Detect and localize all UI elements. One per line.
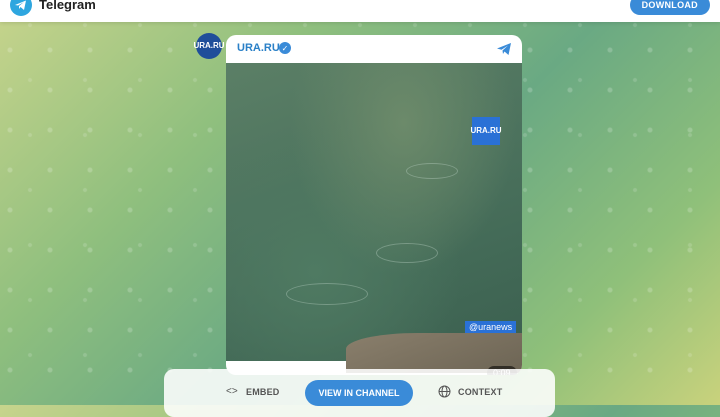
water-ripple: [406, 163, 458, 179]
globe-icon[interactable]: [438, 385, 451, 398]
download-button[interactable]: DOWNLOAD: [629, 0, 710, 15]
ura-watermark: URA.RU: [470, 117, 502, 145]
code-icon[interactable]: <>: [226, 386, 238, 397]
telegram-logo-icon[interactable]: [10, 0, 32, 16]
app-title[interactable]: Telegram: [39, 0, 96, 12]
water-ripple: [376, 243, 438, 263]
share-icon[interactable]: [496, 41, 512, 57]
post-card: URA.RU ✓ URA.RU @uranews 0:09: [226, 35, 522, 375]
embed-button[interactable]: EMBED: [246, 387, 280, 397]
post-header: URA.RU ✓: [226, 35, 522, 63]
water-ripple: [286, 283, 368, 305]
top-bar: Telegram DOWNLOAD: [0, 0, 720, 22]
channel-avatar[interactable]: URA.RU: [193, 33, 225, 59]
channel-handle: @uranews: [465, 321, 517, 333]
context-button[interactable]: CONTEXT: [458, 387, 502, 397]
video-player[interactable]: URA.RU @uranews 0:09: [226, 63, 522, 375]
view-in-channel-button[interactable]: VIEW IN CHANNEL: [305, 380, 413, 406]
verified-icon: ✓: [279, 42, 291, 54]
channel-name[interactable]: URA.RU: [237, 42, 280, 54]
bottom-action-bar: <> EMBED VIEW IN CHANNEL CONTEXT: [164, 369, 555, 417]
